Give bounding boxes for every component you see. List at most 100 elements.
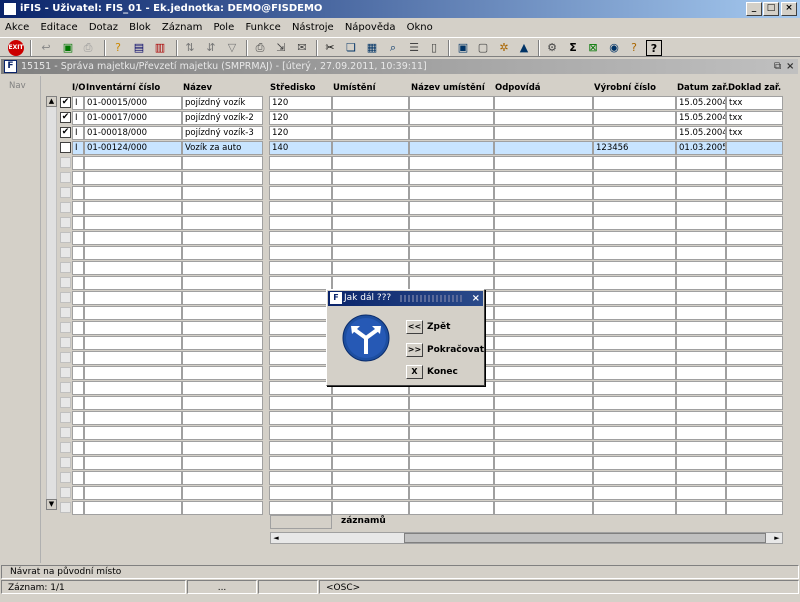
printer-icon[interactable]: ⎙ bbox=[252, 40, 268, 56]
row-checkbox[interactable] bbox=[60, 172, 71, 183]
cell-resp[interactable] bbox=[494, 471, 593, 485]
row-checkbox[interactable] bbox=[60, 307, 71, 318]
cell-inv[interactable] bbox=[84, 411, 182, 425]
cell-io[interactable] bbox=[72, 276, 84, 290]
cell-loc[interactable] bbox=[332, 411, 409, 425]
menu-akce[interactable]: Akce bbox=[0, 19, 32, 37]
cell-resp[interactable] bbox=[494, 141, 593, 155]
row-checkbox[interactable] bbox=[60, 352, 71, 363]
cell-io[interactable]: I bbox=[72, 111, 84, 125]
end-label[interactable]: Konec bbox=[427, 365, 458, 379]
cell-center[interactable] bbox=[269, 336, 332, 350]
cell-io[interactable] bbox=[72, 381, 84, 395]
cell-locname[interactable] bbox=[409, 201, 494, 215]
help-icon[interactable]: ? bbox=[646, 40, 662, 56]
cell-inv[interactable] bbox=[84, 156, 182, 170]
mail-icon[interactable]: ✉ bbox=[294, 40, 310, 56]
cell-inv[interactable]: 01-00018/000 bbox=[84, 126, 182, 140]
cell-center[interactable] bbox=[269, 366, 332, 380]
cell-inv[interactable] bbox=[84, 171, 182, 185]
scroll-left-icon[interactable]: ◄ bbox=[271, 533, 281, 543]
cell-doc[interactable] bbox=[726, 171, 783, 185]
row-checkbox[interactable] bbox=[60, 142, 71, 153]
cell-locname[interactable] bbox=[409, 246, 494, 260]
cell-serial[interactable] bbox=[593, 381, 676, 395]
cell-doc[interactable] bbox=[726, 306, 783, 320]
cell-center[interactable] bbox=[269, 246, 332, 260]
cell-name[interactable] bbox=[182, 471, 263, 485]
cell-center[interactable]: 120 bbox=[269, 96, 332, 110]
cell-doc[interactable] bbox=[726, 261, 783, 275]
cell-center[interactable] bbox=[269, 231, 332, 245]
cell-loc[interactable] bbox=[332, 501, 409, 515]
row-checkbox[interactable] bbox=[60, 427, 71, 438]
cell-doc[interactable] bbox=[726, 276, 783, 290]
cell-serial[interactable] bbox=[593, 321, 676, 335]
cell-locname[interactable] bbox=[409, 411, 494, 425]
cut-icon[interactable]: ✂ bbox=[322, 40, 338, 56]
cell-doc[interactable]: txx bbox=[726, 126, 783, 140]
row-checkbox[interactable]: ✔ bbox=[60, 112, 71, 123]
cell-locname[interactable] bbox=[409, 111, 494, 125]
cell-io[interactable] bbox=[72, 441, 84, 455]
cell-serial[interactable] bbox=[593, 291, 676, 305]
cell-inv[interactable] bbox=[84, 456, 182, 470]
scroll-up-icon[interactable]: ▲ bbox=[46, 96, 57, 107]
cell-serial[interactable] bbox=[593, 456, 676, 470]
cell-doc[interactable] bbox=[726, 141, 783, 155]
cell-locname[interactable] bbox=[409, 501, 494, 515]
cell-doc[interactable] bbox=[726, 426, 783, 440]
cell-center[interactable] bbox=[269, 441, 332, 455]
row-checkbox[interactable] bbox=[60, 322, 71, 333]
row-checkbox[interactable] bbox=[60, 412, 71, 423]
calculator-icon[interactable]: ▣ bbox=[455, 40, 471, 56]
cell-name[interactable] bbox=[182, 501, 263, 515]
cell-doc[interactable] bbox=[726, 231, 783, 245]
cell-serial[interactable] bbox=[593, 246, 676, 260]
cell-locname[interactable] bbox=[409, 486, 494, 500]
row-checkbox[interactable] bbox=[60, 487, 71, 498]
cell-doc[interactable] bbox=[726, 411, 783, 425]
cell-resp[interactable] bbox=[494, 426, 593, 440]
cell-io[interactable] bbox=[72, 501, 84, 515]
cell-date[interactable] bbox=[676, 396, 726, 410]
cell-doc[interactable] bbox=[726, 486, 783, 500]
cell-name[interactable] bbox=[182, 486, 263, 500]
cell-serial[interactable] bbox=[593, 306, 676, 320]
row-checkbox[interactable] bbox=[60, 277, 71, 288]
cell-resp[interactable] bbox=[494, 231, 593, 245]
maximize-button[interactable]: □ bbox=[763, 2, 779, 16]
cell-name[interactable] bbox=[182, 411, 263, 425]
cell-resp[interactable] bbox=[494, 276, 593, 290]
cell-center[interactable] bbox=[269, 381, 332, 395]
cell-doc[interactable] bbox=[726, 246, 783, 260]
menu-napoveda[interactable]: Nápověda bbox=[340, 19, 399, 37]
cell-date[interactable] bbox=[676, 486, 726, 500]
cell-resp[interactable] bbox=[494, 186, 593, 200]
cell-center[interactable] bbox=[269, 306, 332, 320]
cell-name[interactable] bbox=[182, 426, 263, 440]
cell-date[interactable] bbox=[676, 171, 726, 185]
cell-date[interactable] bbox=[676, 351, 726, 365]
sort-desc-icon[interactable]: ⇵ bbox=[203, 40, 219, 56]
continue-label[interactable]: Pokračovat bbox=[427, 343, 484, 357]
search-icon[interactable]: ⌕ bbox=[385, 40, 401, 56]
cell-loc[interactable] bbox=[332, 426, 409, 440]
exit-icon[interactable]: EXIT bbox=[8, 40, 24, 56]
cell-io[interactable] bbox=[72, 246, 84, 260]
cell-name[interactable] bbox=[182, 171, 263, 185]
cell-center[interactable]: 120 bbox=[269, 126, 332, 140]
cell-serial[interactable] bbox=[593, 501, 676, 515]
cell-io[interactable] bbox=[72, 261, 84, 275]
cell-serial[interactable] bbox=[593, 96, 676, 110]
menu-okno[interactable]: Okno bbox=[402, 19, 436, 37]
cell-io[interactable] bbox=[72, 216, 84, 230]
cell-io[interactable] bbox=[72, 471, 84, 485]
cell-serial[interactable] bbox=[593, 216, 676, 230]
cell-name[interactable]: pojízdný vozík-3 bbox=[182, 126, 263, 140]
cell-io[interactable] bbox=[72, 336, 84, 350]
copy-icon[interactable]: ❏ bbox=[343, 40, 359, 56]
cell-date[interactable] bbox=[676, 306, 726, 320]
cell-locname[interactable] bbox=[409, 456, 494, 470]
cell-serial[interactable] bbox=[593, 231, 676, 245]
